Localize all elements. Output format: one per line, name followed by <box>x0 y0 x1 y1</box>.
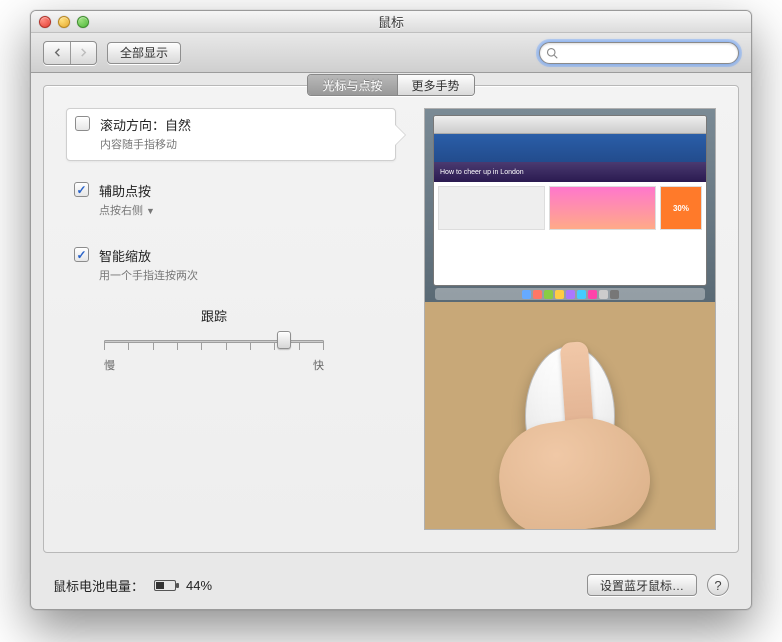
preview-palm <box>492 410 656 530</box>
chevron-left-icon <box>53 48 62 57</box>
preferences-window: 鼠标 全部显示 光标与点按 更多手势 <box>30 10 752 610</box>
battery-label: 鼠标电池电量： <box>53 576 144 595</box>
search-input[interactable] <box>562 46 732 60</box>
nav-back-button[interactable] <box>44 42 70 64</box>
battery-icon <box>154 580 176 591</box>
secondary-click-subtitle: 点按右侧▼ <box>99 202 155 218</box>
option-secondary-click[interactable]: 辅助点按 点按右侧▼ <box>66 175 396 226</box>
chevron-right-icon <box>79 48 88 57</box>
search-field[interactable] <box>539 42 739 64</box>
search-icon <box>546 47 558 59</box>
tab-bar: 光标与点按 更多手势 <box>44 74 738 96</box>
preview-banner-text: How to cheer up in London <box>434 162 706 182</box>
preview-screen: How to cheer up in London 30% <box>425 109 715 302</box>
secondary-click-label: 辅助点按 <box>99 181 155 200</box>
tracking-fast-label: 快 <box>313 357 324 373</box>
preview-browser: How to cheer up in London 30% <box>433 115 707 286</box>
chevron-down-icon[interactable]: ▼ <box>146 206 155 216</box>
help-button[interactable]: ? <box>707 574 729 596</box>
smart-zoom-checkbox[interactable] <box>74 247 89 262</box>
setup-bluetooth-mouse-button[interactable]: 设置蓝牙鼠标… <box>587 574 697 596</box>
content-pane: 光标与点按 更多手势 滚动方向：自然 内容随手指移动 辅助点按 点按右侧▼ <box>43 85 739 553</box>
option-scroll-direction[interactable]: 滚动方向：自然 内容随手指移动 <box>66 108 396 161</box>
preview-hand <box>425 302 715 529</box>
toolbar: 全部显示 <box>31 33 751 73</box>
close-button[interactable] <box>39 16 51 28</box>
smart-zoom-label: 智能缩放 <box>99 246 198 265</box>
scroll-direction-label: 滚动方向：自然 <box>100 115 191 134</box>
preview-sale-badge: 30% <box>660 186 702 230</box>
scroll-direction-subtitle: 内容随手指移动 <box>100 136 191 152</box>
secondary-click-checkbox[interactable] <box>74 182 89 197</box>
tracking-label: 跟踪 <box>104 306 324 325</box>
tab-more-gestures[interactable]: 更多手势 <box>397 75 474 95</box>
traffic-lights <box>39 16 89 28</box>
tracking-slider[interactable] <box>104 331 324 351</box>
gesture-preview: How to cheer up in London 30% <box>424 108 716 530</box>
minimize-button[interactable] <box>58 16 70 28</box>
tracking-block: 跟踪 慢 快 <box>104 306 324 373</box>
show-all-button[interactable]: 全部显示 <box>107 42 181 64</box>
window-title: 鼠标 <box>31 12 751 31</box>
smart-zoom-subtitle: 用一个手指连按两次 <box>99 267 198 283</box>
battery-percent: 44% <box>186 578 212 593</box>
tracking-slider-knob[interactable] <box>277 331 291 349</box>
nav-segment <box>43 41 97 65</box>
titlebar: 鼠标 <box>31 11 751 33</box>
preview-dock <box>435 288 705 300</box>
options-list: 滚动方向：自然 内容随手指移动 辅助点按 点按右侧▼ 智能缩放 用一个手指连按两… <box>66 108 396 291</box>
scroll-direction-checkbox[interactable] <box>75 116 90 131</box>
footer: 鼠标电池电量： 44% 设置蓝牙鼠标… ? <box>31 561 751 609</box>
tracking-slow-label: 慢 <box>104 357 115 373</box>
option-smart-zoom[interactable]: 智能缩放 用一个手指连按两次 <box>66 240 396 291</box>
zoom-button[interactable] <box>77 16 89 28</box>
nav-forward-button[interactable] <box>70 42 96 64</box>
tab-point-click[interactable]: 光标与点按 <box>308 75 396 95</box>
